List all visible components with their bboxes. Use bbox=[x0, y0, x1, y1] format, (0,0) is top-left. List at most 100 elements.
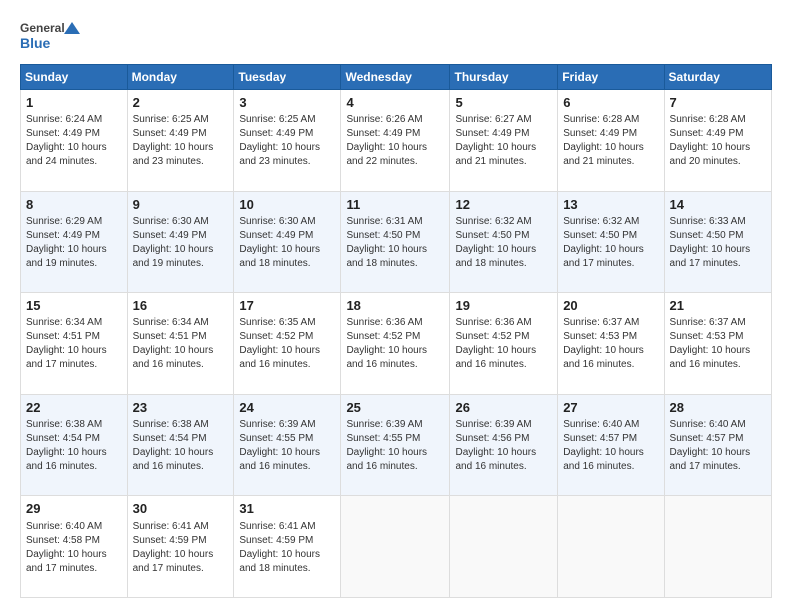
sunrise-label: Sunrise: 6:36 AM bbox=[455, 317, 531, 328]
calendar-cell: 2Sunrise: 6:25 AMSunset: 4:49 PMDaylight… bbox=[127, 90, 234, 192]
day-number: 22 bbox=[26, 399, 122, 417]
sunset-label: Sunset: 4:51 PM bbox=[133, 331, 207, 342]
sunrise-label: Sunrise: 6:29 AM bbox=[26, 216, 102, 227]
calendar-header-sunday: Sunday bbox=[21, 65, 128, 90]
sunset-label: Sunset: 4:49 PM bbox=[239, 128, 313, 139]
day-number: 25 bbox=[346, 399, 444, 417]
page: General Blue SundayMondayTuesdayWednesda… bbox=[0, 0, 792, 612]
sunrise-label: Sunrise: 6:32 AM bbox=[563, 216, 639, 227]
calendar-cell: 8Sunrise: 6:29 AMSunset: 4:49 PMDaylight… bbox=[21, 191, 128, 293]
sunset-label: Sunset: 4:49 PM bbox=[26, 128, 100, 139]
daylight-label: Daylight: 10 hours and 16 minutes. bbox=[670, 345, 751, 370]
daylight-label: Daylight: 10 hours and 19 minutes. bbox=[133, 244, 214, 269]
sunset-label: Sunset: 4:49 PM bbox=[346, 128, 420, 139]
daylight-label: Daylight: 10 hours and 18 minutes. bbox=[455, 244, 536, 269]
sunrise-label: Sunrise: 6:27 AM bbox=[455, 114, 531, 125]
calendar-cell: 11Sunrise: 6:31 AMSunset: 4:50 PMDayligh… bbox=[341, 191, 450, 293]
calendar-cell: 5Sunrise: 6:27 AMSunset: 4:49 PMDaylight… bbox=[450, 90, 558, 192]
day-number: 29 bbox=[26, 500, 122, 518]
logo-svg: General Blue bbox=[20, 18, 80, 54]
sunrise-label: Sunrise: 6:24 AM bbox=[26, 114, 102, 125]
calendar-cell: 16Sunrise: 6:34 AMSunset: 4:51 PMDayligh… bbox=[127, 293, 234, 395]
daylight-label: Daylight: 10 hours and 24 minutes. bbox=[26, 142, 107, 167]
sunrise-label: Sunrise: 6:25 AM bbox=[133, 114, 209, 125]
sunrise-label: Sunrise: 6:39 AM bbox=[346, 419, 422, 430]
sunset-label: Sunset: 4:50 PM bbox=[346, 230, 420, 241]
calendar-week-row: 15Sunrise: 6:34 AMSunset: 4:51 PMDayligh… bbox=[21, 293, 772, 395]
calendar-cell: 1Sunrise: 6:24 AMSunset: 4:49 PMDaylight… bbox=[21, 90, 128, 192]
calendar-week-row: 8Sunrise: 6:29 AMSunset: 4:49 PMDaylight… bbox=[21, 191, 772, 293]
day-number: 14 bbox=[670, 196, 766, 214]
calendar-cell: 24Sunrise: 6:39 AMSunset: 4:55 PMDayligh… bbox=[234, 394, 341, 496]
sunset-label: Sunset: 4:49 PM bbox=[26, 230, 100, 241]
sunrise-label: Sunrise: 6:26 AM bbox=[346, 114, 422, 125]
calendar-header-wednesday: Wednesday bbox=[341, 65, 450, 90]
calendar-header-saturday: Saturday bbox=[664, 65, 771, 90]
calendar-cell: 17Sunrise: 6:35 AMSunset: 4:52 PMDayligh… bbox=[234, 293, 341, 395]
daylight-label: Daylight: 10 hours and 16 minutes. bbox=[455, 345, 536, 370]
day-number: 13 bbox=[563, 196, 658, 214]
day-number: 19 bbox=[455, 297, 552, 315]
sunset-label: Sunset: 4:57 PM bbox=[670, 433, 744, 444]
sunset-label: Sunset: 4:57 PM bbox=[563, 433, 637, 444]
day-number: 7 bbox=[670, 94, 766, 112]
sunrise-label: Sunrise: 6:39 AM bbox=[455, 419, 531, 430]
daylight-label: Daylight: 10 hours and 16 minutes. bbox=[26, 447, 107, 472]
daylight-label: Daylight: 10 hours and 17 minutes. bbox=[133, 549, 214, 574]
daylight-label: Daylight: 10 hours and 17 minutes. bbox=[670, 244, 751, 269]
daylight-label: Daylight: 10 hours and 20 minutes. bbox=[670, 142, 751, 167]
svg-text:Blue: Blue bbox=[20, 35, 51, 51]
day-number: 9 bbox=[133, 196, 229, 214]
calendar-cell: 6Sunrise: 6:28 AMSunset: 4:49 PMDaylight… bbox=[558, 90, 664, 192]
sunrise-label: Sunrise: 6:38 AM bbox=[26, 419, 102, 430]
sunset-label: Sunset: 4:49 PM bbox=[239, 230, 313, 241]
sunset-label: Sunset: 4:54 PM bbox=[26, 433, 100, 444]
calendar-cell: 29Sunrise: 6:40 AMSunset: 4:58 PMDayligh… bbox=[21, 496, 128, 598]
sunset-label: Sunset: 4:49 PM bbox=[133, 128, 207, 139]
calendar-cell: 30 Sunrise: 6:41 AM Sunset: 4:59 PM Dayligh… bbox=[127, 496, 234, 598]
calendar-cell: 31Sunrise: 6:41 AMSunset: 4:59 PMDayligh… bbox=[234, 496, 341, 598]
sunset-label: Sunset: 4:52 PM bbox=[455, 331, 529, 342]
sunrise-label: Sunrise: 6:28 AM bbox=[563, 114, 639, 125]
calendar-table: SundayMondayTuesdayWednesdayThursdayFrid… bbox=[20, 64, 772, 598]
sunset-label: Sunset: 4:55 PM bbox=[239, 433, 313, 444]
calendar-cell: 4Sunrise: 6:26 AMSunset: 4:49 PMDaylight… bbox=[341, 90, 450, 192]
calendar-cell: 10Sunrise: 6:30 AMSunset: 4:49 PMDayligh… bbox=[234, 191, 341, 293]
calendar-header-tuesday: Tuesday bbox=[234, 65, 341, 90]
calendar-cell: 19 Sunrise: 6:36 AM Sunset: 4:52 PM Dayligh… bbox=[450, 293, 558, 395]
daylight-label: Daylight: 10 hours and 16 minutes. bbox=[346, 345, 427, 370]
sunset-label: Sunset: 4:59 PM bbox=[133, 535, 207, 546]
day-number: 5 bbox=[455, 94, 552, 112]
day-number: 12 bbox=[455, 196, 552, 214]
calendar-cell: 23Sunrise: 6:38 AMSunset: 4:54 PMDayligh… bbox=[127, 394, 234, 496]
calendar-cell: 26Sunrise: 6:39 AMSunset: 4:56 PMDayligh… bbox=[450, 394, 558, 496]
daylight-label: Daylight: 10 hours and 16 minutes. bbox=[563, 447, 644, 472]
day-number: 4 bbox=[346, 94, 444, 112]
calendar-cell bbox=[558, 496, 664, 598]
sunset-label: Sunset: 4:54 PM bbox=[133, 433, 207, 444]
daylight-label: Daylight: 10 hours and 16 minutes. bbox=[346, 447, 427, 472]
svg-text:General: General bbox=[20, 21, 65, 35]
day-number: 11 bbox=[346, 196, 444, 214]
sunrise-label: Sunrise: 6:36 AM bbox=[346, 317, 422, 328]
calendar-cell bbox=[450, 496, 558, 598]
calendar-cell: 21Sunrise: 6:37 AMSunset: 4:53 PMDayligh… bbox=[664, 293, 771, 395]
day-number: 23 bbox=[133, 399, 229, 417]
sunset-label: Sunset: 4:58 PM bbox=[26, 535, 100, 546]
sunset-label: Sunset: 4:50 PM bbox=[670, 230, 744, 241]
day-number: 30 bbox=[133, 500, 229, 518]
sunrise-label: Sunrise: 6:41 AM bbox=[133, 521, 209, 532]
sunset-label: Sunset: 4:50 PM bbox=[455, 230, 529, 241]
sunset-label: Sunset: 4:59 PM bbox=[239, 535, 313, 546]
sunset-label: Sunset: 4:52 PM bbox=[346, 331, 420, 342]
daylight-label: Daylight: 10 hours and 18 minutes. bbox=[346, 244, 427, 269]
sunset-label: Sunset: 4:53 PM bbox=[670, 331, 744, 342]
sunset-label: Sunset: 4:56 PM bbox=[455, 433, 529, 444]
sunset-label: Sunset: 4:49 PM bbox=[563, 128, 637, 139]
day-number: 26 bbox=[455, 399, 552, 417]
calendar-cell: 7Sunrise: 6:28 AMSunset: 4:49 PMDaylight… bbox=[664, 90, 771, 192]
day-number: 20 bbox=[563, 297, 658, 315]
daylight-label: Daylight: 10 hours and 21 minutes. bbox=[563, 142, 644, 167]
sunset-label: Sunset: 4:55 PM bbox=[346, 433, 420, 444]
sunset-label: Sunset: 4:49 PM bbox=[133, 230, 207, 241]
